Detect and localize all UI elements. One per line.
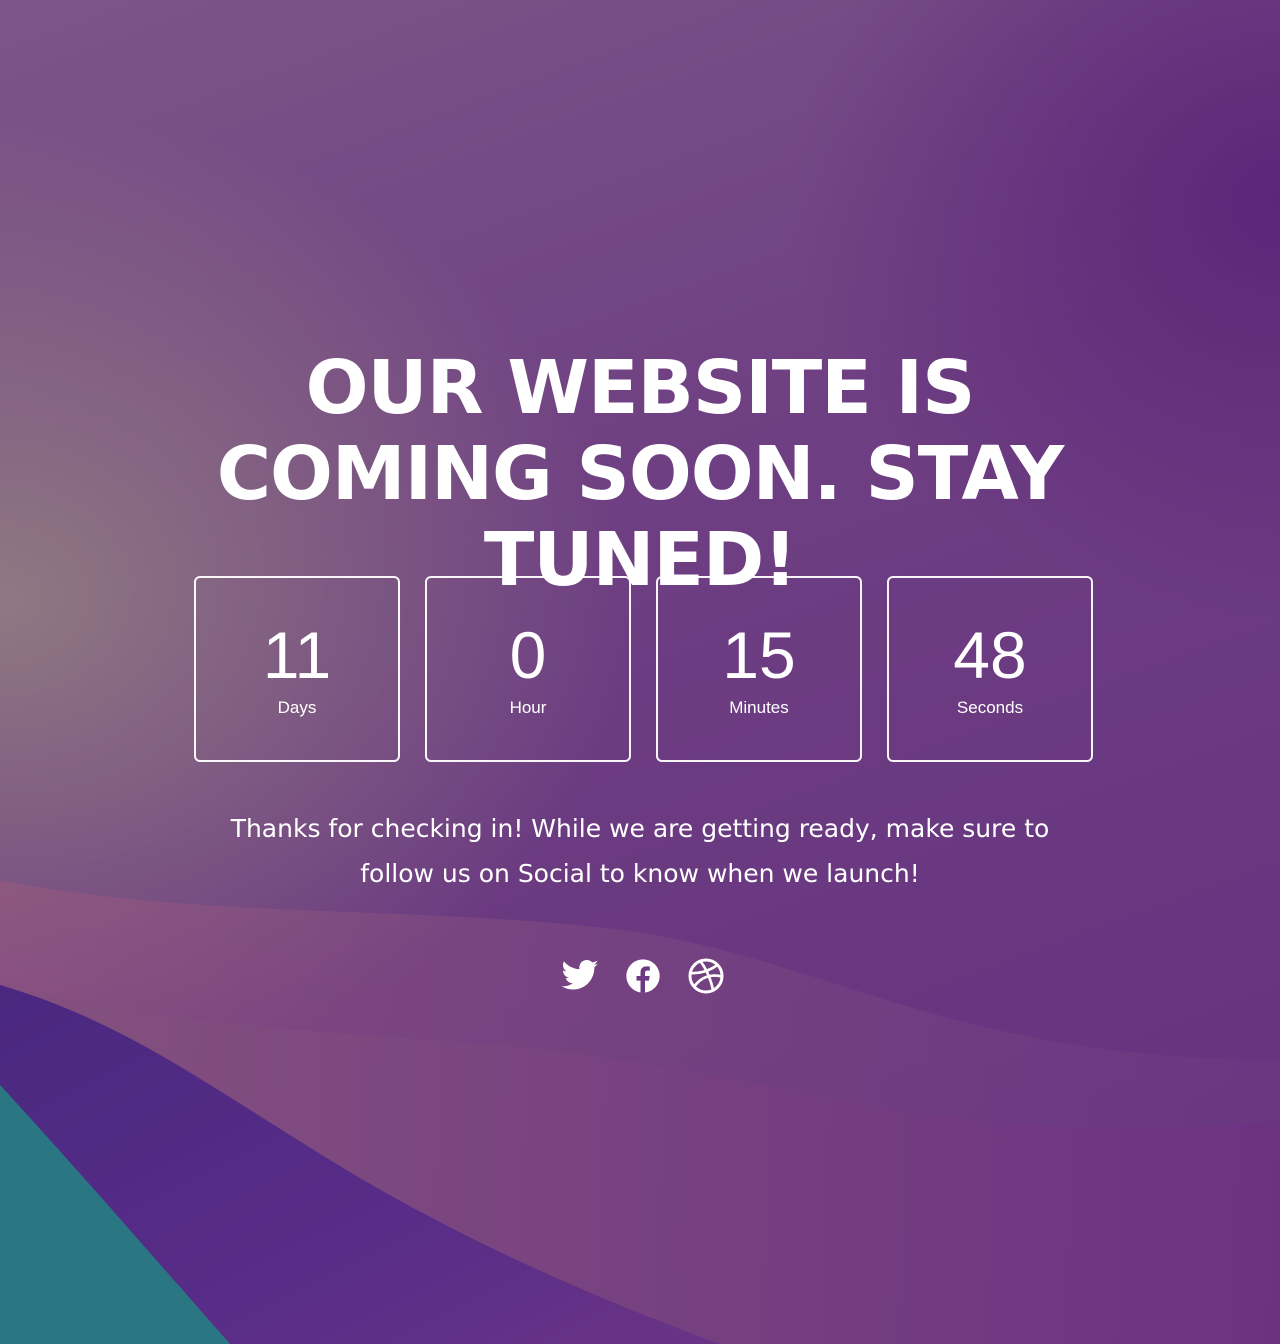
facebook-icon: [626, 959, 660, 993]
countdown-value: 15: [722, 618, 796, 692]
countdown-hours: 0 Hour: [425, 576, 631, 762]
countdown-seconds: 48 Seconds: [887, 576, 1093, 762]
countdown-label: Days: [277, 698, 317, 717]
coming-soon-page: OUR WEBSITE IS COMING SOON. STAY TUNED! …: [0, 0, 1280, 1344]
twitter-link[interactable]: [560, 956, 600, 996]
countdown-timer: 11 Days 0 Hour 15 Minutes 48 Seconds: [194, 576, 1093, 762]
countdown-days: 11 Days: [194, 576, 400, 762]
countdown-label: Hour: [509, 698, 547, 717]
countdown-value: 11: [262, 618, 332, 692]
countdown-minutes: 15 Minutes: [656, 576, 862, 762]
facebook-link[interactable]: [623, 956, 663, 996]
twitter-icon: [561, 960, 599, 990]
intro-message: Thanks for checking in! While we are get…: [230, 814, 1050, 888]
social-links: [560, 955, 730, 997]
countdown-label: Minutes: [729, 698, 789, 717]
page-title: OUR WEBSITE IS COMING SOON. STAY TUNED!: [216, 345, 1065, 603]
countdown-value: 0: [509, 618, 547, 692]
dribbble-icon: [688, 958, 724, 994]
dribbble-link[interactable]: [686, 956, 726, 996]
countdown-value: 48: [953, 618, 1027, 692]
countdown-label: Seconds: [956, 698, 1024, 717]
